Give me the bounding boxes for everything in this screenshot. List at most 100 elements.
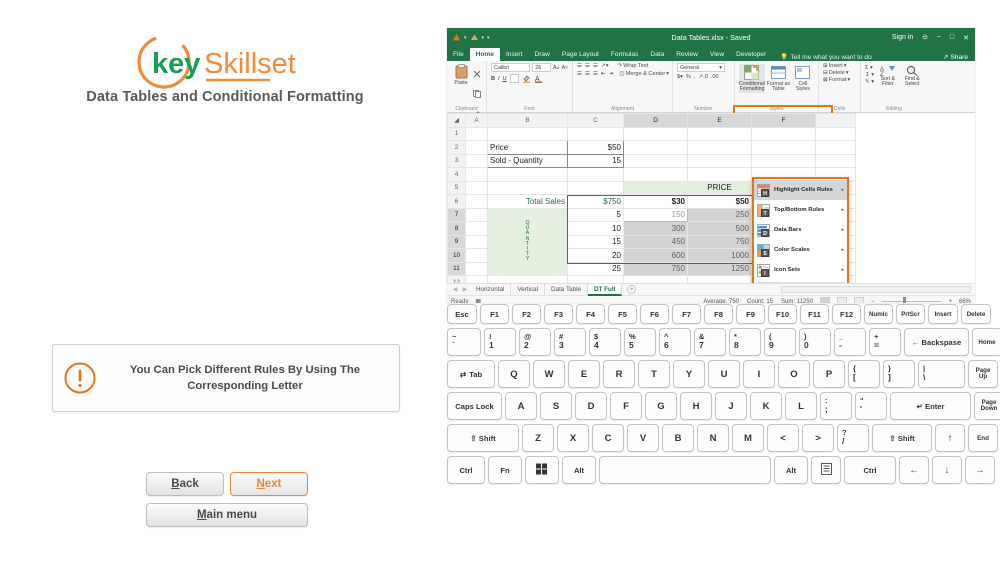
cell-styles-button[interactable]: Cell Styles xyxy=(792,64,814,93)
ribbon-tab-bar[interactable]: File Home Insert Draw Page Layout Formul… xyxy=(447,47,975,61)
tab-view[interactable]: View xyxy=(704,48,730,61)
key-m[interactable]: M xyxy=(732,424,764,452)
key-2[interactable]: @ 2 xyxy=(519,328,551,356)
fill-color-icon[interactable] xyxy=(522,74,531,83)
key-windows[interactable] xyxy=(525,456,559,484)
cell-B2[interactable]: Price xyxy=(487,140,568,155)
key-enter[interactable]: ↵ Enter xyxy=(890,392,971,420)
align-top-icon[interactable]: ☰ xyxy=(577,63,582,69)
cell-E11[interactable]: 1250 xyxy=(687,261,752,276)
key-x[interactable]: X xyxy=(557,424,589,452)
tab-review[interactable]: Review xyxy=(670,48,704,61)
key-f12[interactable]: F12 xyxy=(832,304,861,324)
key-e[interactable]: E xyxy=(568,360,600,388)
close-icon[interactable]: ✕ xyxy=(963,34,969,42)
cell-A5[interactable] xyxy=(465,180,488,195)
key-ctrl-left[interactable]: Ctrl xyxy=(447,456,485,484)
cell-A3[interactable] xyxy=(465,153,488,168)
key-z[interactable]: Z xyxy=(522,424,554,452)
comma-icon[interactable]: , xyxy=(694,74,696,80)
row-header-1[interactable]: 1 xyxy=(447,126,466,141)
key-arrow-right[interactable]: → xyxy=(965,456,995,484)
decrease-indent-icon[interactable]: ⇤ xyxy=(601,71,606,77)
key-f6[interactable]: F6 xyxy=(640,304,669,324)
add-sheet-icon[interactable]: + xyxy=(627,285,637,294)
key-r[interactable]: R xyxy=(603,360,635,388)
cut-icon[interactable] xyxy=(473,65,481,83)
ribbon-display-icon[interactable]: ⎒ xyxy=(922,34,928,42)
cell-E12[interactable] xyxy=(687,275,752,283)
row-header-2[interactable]: 2 xyxy=(447,140,466,155)
cell-F3[interactable] xyxy=(751,153,816,168)
tab-data[interactable]: Data xyxy=(644,48,670,61)
key-alt-right[interactable]: Alt xyxy=(774,456,808,484)
delete-cells-button[interactable]: ⊟ Delete ▾ xyxy=(823,70,849,76)
increase-indent-icon[interactable]: ⇥ xyxy=(609,71,614,77)
font-size-input[interactable]: 26 xyxy=(532,63,551,72)
align-center-icon[interactable]: ☰ xyxy=(585,71,590,77)
key-tab[interactable]: ⇄ Tab xyxy=(447,360,495,388)
key-4[interactable]: $ 4 xyxy=(589,328,621,356)
key-o[interactable]: O xyxy=(778,360,810,388)
cell-F2[interactable] xyxy=(751,140,816,155)
restore-icon[interactable]: □ xyxy=(950,34,954,41)
normal-view-button[interactable] xyxy=(819,297,830,303)
minimize-icon[interactable]: − xyxy=(937,34,941,41)
sheet-tab-horizontal[interactable]: Horizontal xyxy=(470,283,512,296)
currency-icon[interactable]: $▾ xyxy=(677,74,683,80)
key-f2[interactable]: F2 xyxy=(512,304,541,324)
row-header-12[interactable]: 12 xyxy=(447,275,466,283)
key-f5[interactable]: F5 xyxy=(608,304,637,324)
col-header-C[interactable]: C xyxy=(567,113,624,128)
key-s[interactable]: S xyxy=(540,392,572,420)
back-button[interactable]: Back xyxy=(146,472,224,496)
key-1[interactable]: ! 1 xyxy=(484,328,516,356)
sheet-tab-dt-full[interactable]: DT Full xyxy=(588,283,623,296)
key-g[interactable]: G xyxy=(645,392,677,420)
cell-B12[interactable] xyxy=(487,275,568,283)
row-header-9[interactable]: 9 xyxy=(447,234,466,249)
cell-E2[interactable] xyxy=(687,140,752,155)
col-header-E[interactable]: E xyxy=(687,113,752,128)
cell-E9[interactable]: 750 xyxy=(687,234,752,249)
cell-C10-qty[interactable]: 20 xyxy=(567,248,624,263)
menu-item-color-scales[interactable]: S Color Scales ▸ xyxy=(754,240,847,260)
sheet-tab-vertical[interactable]: Vertical xyxy=(511,283,546,296)
key-arrow-up[interactable]: ↑ xyxy=(935,424,965,452)
key-b[interactable]: B xyxy=(662,424,694,452)
key-arrow-left[interactable]: ← xyxy=(899,456,929,484)
key-y[interactable]: Y xyxy=(673,360,705,388)
menu-item-data-bars[interactable]: D Data Bars ▸ xyxy=(754,220,847,240)
cell-A10[interactable] xyxy=(465,248,488,263)
bold-icon[interactable]: B xyxy=(491,76,495,82)
key-bracket-right[interactable]: } ] xyxy=(883,360,915,388)
col-header-G[interactable] xyxy=(815,113,856,128)
col-header-B[interactable]: B xyxy=(487,113,568,128)
cell-D2[interactable] xyxy=(623,140,688,155)
decrease-font-size-icon[interactable]: A▿ xyxy=(561,65,568,71)
key-shift-left[interactable]: ⇧ Shift xyxy=(447,424,519,452)
insert-cells-button[interactable]: ⊞ Insert ▾ xyxy=(823,63,847,69)
zoom-slider[interactable] xyxy=(881,297,942,303)
tab-insert[interactable]: Insert xyxy=(500,48,529,61)
cell-A2[interactable] xyxy=(465,140,488,155)
key-f10[interactable]: F10 xyxy=(768,304,797,324)
cell-A11[interactable] xyxy=(465,261,488,276)
key-d[interactable]: D xyxy=(575,392,607,420)
zoom-slider-knob[interactable] xyxy=(903,297,907,303)
cell-C1[interactable] xyxy=(567,126,624,141)
row-header-7[interactable]: 7 xyxy=(447,207,466,222)
row-header-5[interactable]: 5 xyxy=(447,180,466,195)
key-minus[interactable]: _ - xyxy=(834,328,866,356)
key-f8[interactable]: F8 xyxy=(704,304,733,324)
format-cells-button[interactable]: ⊠ Format ▾ xyxy=(823,77,850,83)
cell-D7[interactable]: 150 xyxy=(623,207,688,222)
cell-C2[interactable]: $50 xyxy=(567,140,624,155)
key-delete[interactable]: Delete xyxy=(961,304,991,324)
row-header-11[interactable]: 11 xyxy=(447,261,466,276)
key-f3[interactable]: F3 xyxy=(544,304,573,324)
key-page-down[interactable]: Page Down xyxy=(974,392,1000,420)
cell-C7-qty[interactable]: 5 xyxy=(567,207,624,222)
cell-D8[interactable]: 300 xyxy=(623,221,688,236)
cell-D9[interactable]: 450 xyxy=(623,234,688,249)
